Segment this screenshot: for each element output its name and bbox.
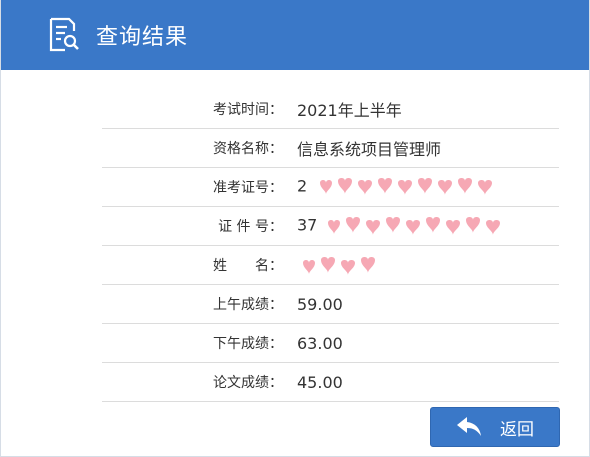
admission-number-value: 2 bbox=[297, 176, 308, 196]
redaction-mask bbox=[320, 178, 493, 195]
row-morning-score: 上午成绩： 59.00 bbox=[102, 285, 559, 324]
back-button[interactable]: 返回 bbox=[430, 407, 560, 447]
row-qualification: 资格名称： 信息系统项目管理师 bbox=[102, 129, 559, 168]
exam-time-label: 考试时间： bbox=[213, 102, 283, 118]
redaction-mask bbox=[328, 217, 501, 235]
row-id-number: 证 件 号： 37 bbox=[102, 207, 559, 246]
redaction-mask bbox=[303, 257, 375, 275]
qualification-label: 资格名称： bbox=[213, 141, 283, 157]
qualification-value: 信息系统项目管理师 bbox=[297, 140, 442, 159]
essay-score-value: 45.00 bbox=[297, 372, 343, 392]
page-title: 查询结果 bbox=[96, 25, 189, 50]
back-button-label: 返回 bbox=[500, 419, 534, 440]
morning-score-label: 上午成绩： bbox=[213, 297, 283, 313]
row-name: 姓 名： bbox=[102, 246, 559, 285]
header-bar: 查询结果 bbox=[1, 0, 589, 70]
name-cell bbox=[297, 254, 559, 276]
result-table: 考试时间： 2021年上半年 资格名称： 信息系统项目管理师 准考证号： 2 证… bbox=[102, 90, 559, 402]
essay-score-label: 论文成绩： bbox=[213, 375, 283, 391]
row-essay-score: 论文成绩： 45.00 bbox=[102, 363, 559, 402]
name-label: 姓 名： bbox=[213, 258, 283, 274]
admission-number-label: 准考证号： bbox=[213, 180, 283, 196]
id-number-value: 37 bbox=[297, 215, 318, 235]
row-admission-number: 准考证号： 2 bbox=[102, 168, 559, 207]
afternoon-score-value: 63.00 bbox=[297, 333, 343, 353]
row-exam-time: 考试时间： 2021年上半年 bbox=[102, 90, 559, 129]
id-number-cell: 37 bbox=[297, 215, 559, 237]
back-arrow-icon bbox=[457, 417, 481, 436]
admission-number-cell: 2 bbox=[297, 176, 559, 198]
exam-time-value: 2021年上半年 bbox=[297, 101, 402, 120]
morning-score-value: 59.00 bbox=[297, 294, 343, 314]
document-search-icon bbox=[49, 17, 79, 52]
row-afternoon-score: 下午成绩： 63.00 bbox=[102, 324, 559, 363]
result-panel: 查询结果 考试时间： 2021年上半年 资格名称： 信息系统项目管理师 准考证号… bbox=[0, 0, 590, 457]
id-number-label: 证 件 号： bbox=[218, 219, 283, 235]
afternoon-score-label: 下午成绩： bbox=[213, 336, 283, 352]
